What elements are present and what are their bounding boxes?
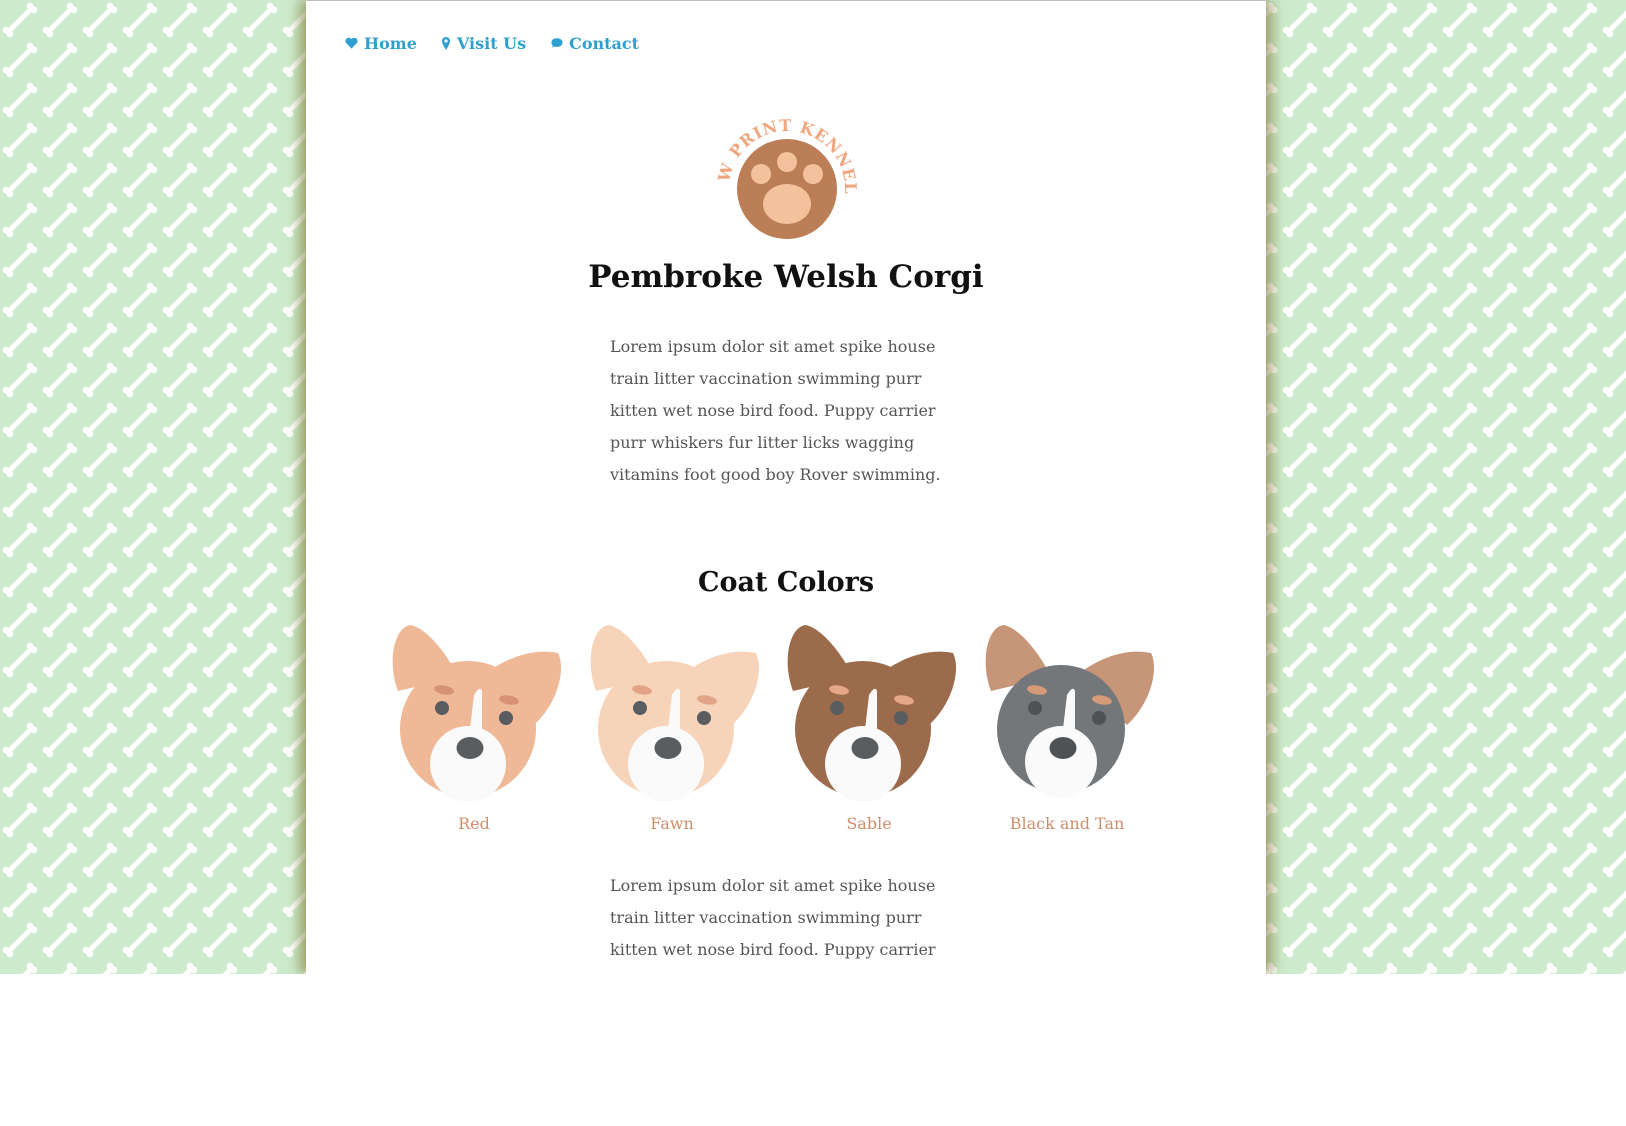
corgi-face-sable-icon	[787, 625, 956, 801]
coat-label-red: Red	[458, 814, 490, 833]
corgi-face-black-and-tan-icon	[985, 625, 1154, 798]
browser-viewport: Home Visit Us Contact W PRINT KENNEL Pem…	[0, 0, 1626, 974]
coat-item-fawn: Fawn	[582, 621, 762, 841]
map-pin-icon	[441, 37, 450, 50]
corgi-face-fawn-icon	[590, 625, 759, 801]
intro-paragraph: Lorem ipsum dolor sit amet spike house t…	[610, 337, 941, 484]
page-title: Pembroke Welsh Corgi	[588, 259, 984, 295]
nav-home-label: Home	[364, 33, 417, 53]
coat-label-black-and-tan: Black and Tan	[1009, 814, 1125, 833]
chat-bubble-icon	[551, 38, 563, 48]
page-content-card: Home Visit Us Contact W PRINT KENNEL Pem…	[306, 0, 1266, 974]
paw-print-kennels-logo: PAW PRINT KENNELS	[712, 111, 859, 239]
nav-contact-label: Contact	[569, 33, 640, 53]
nav-visit-link[interactable]: Visit Us	[441, 34, 526, 53]
nav-visit-label: Visit Us	[456, 33, 527, 53]
coat-label-fawn: Fawn	[650, 814, 694, 833]
heart-icon	[345, 37, 358, 49]
coat-item-sable: Sable	[779, 621, 959, 841]
outro-paragraph: Lorem ipsum dolor sit amet spike house t…	[610, 876, 936, 974]
coat-item-red: Red	[384, 621, 564, 841]
coat-colors-list: Red Fawn Sable Black and Tan	[306, 621, 1266, 841]
corgi-face-red-icon	[392, 625, 561, 801]
nav-home-link[interactable]: Home	[345, 34, 417, 53]
coat-colors-heading: Coat Colors	[697, 567, 875, 598]
coat-label-sable: Sable	[846, 814, 892, 833]
nav-contact-link[interactable]: Contact	[550, 34, 639, 53]
top-nav: Home Visit Us Contact	[345, 31, 663, 55]
coat-item-black-and-tan: Black and Tan	[977, 621, 1157, 841]
